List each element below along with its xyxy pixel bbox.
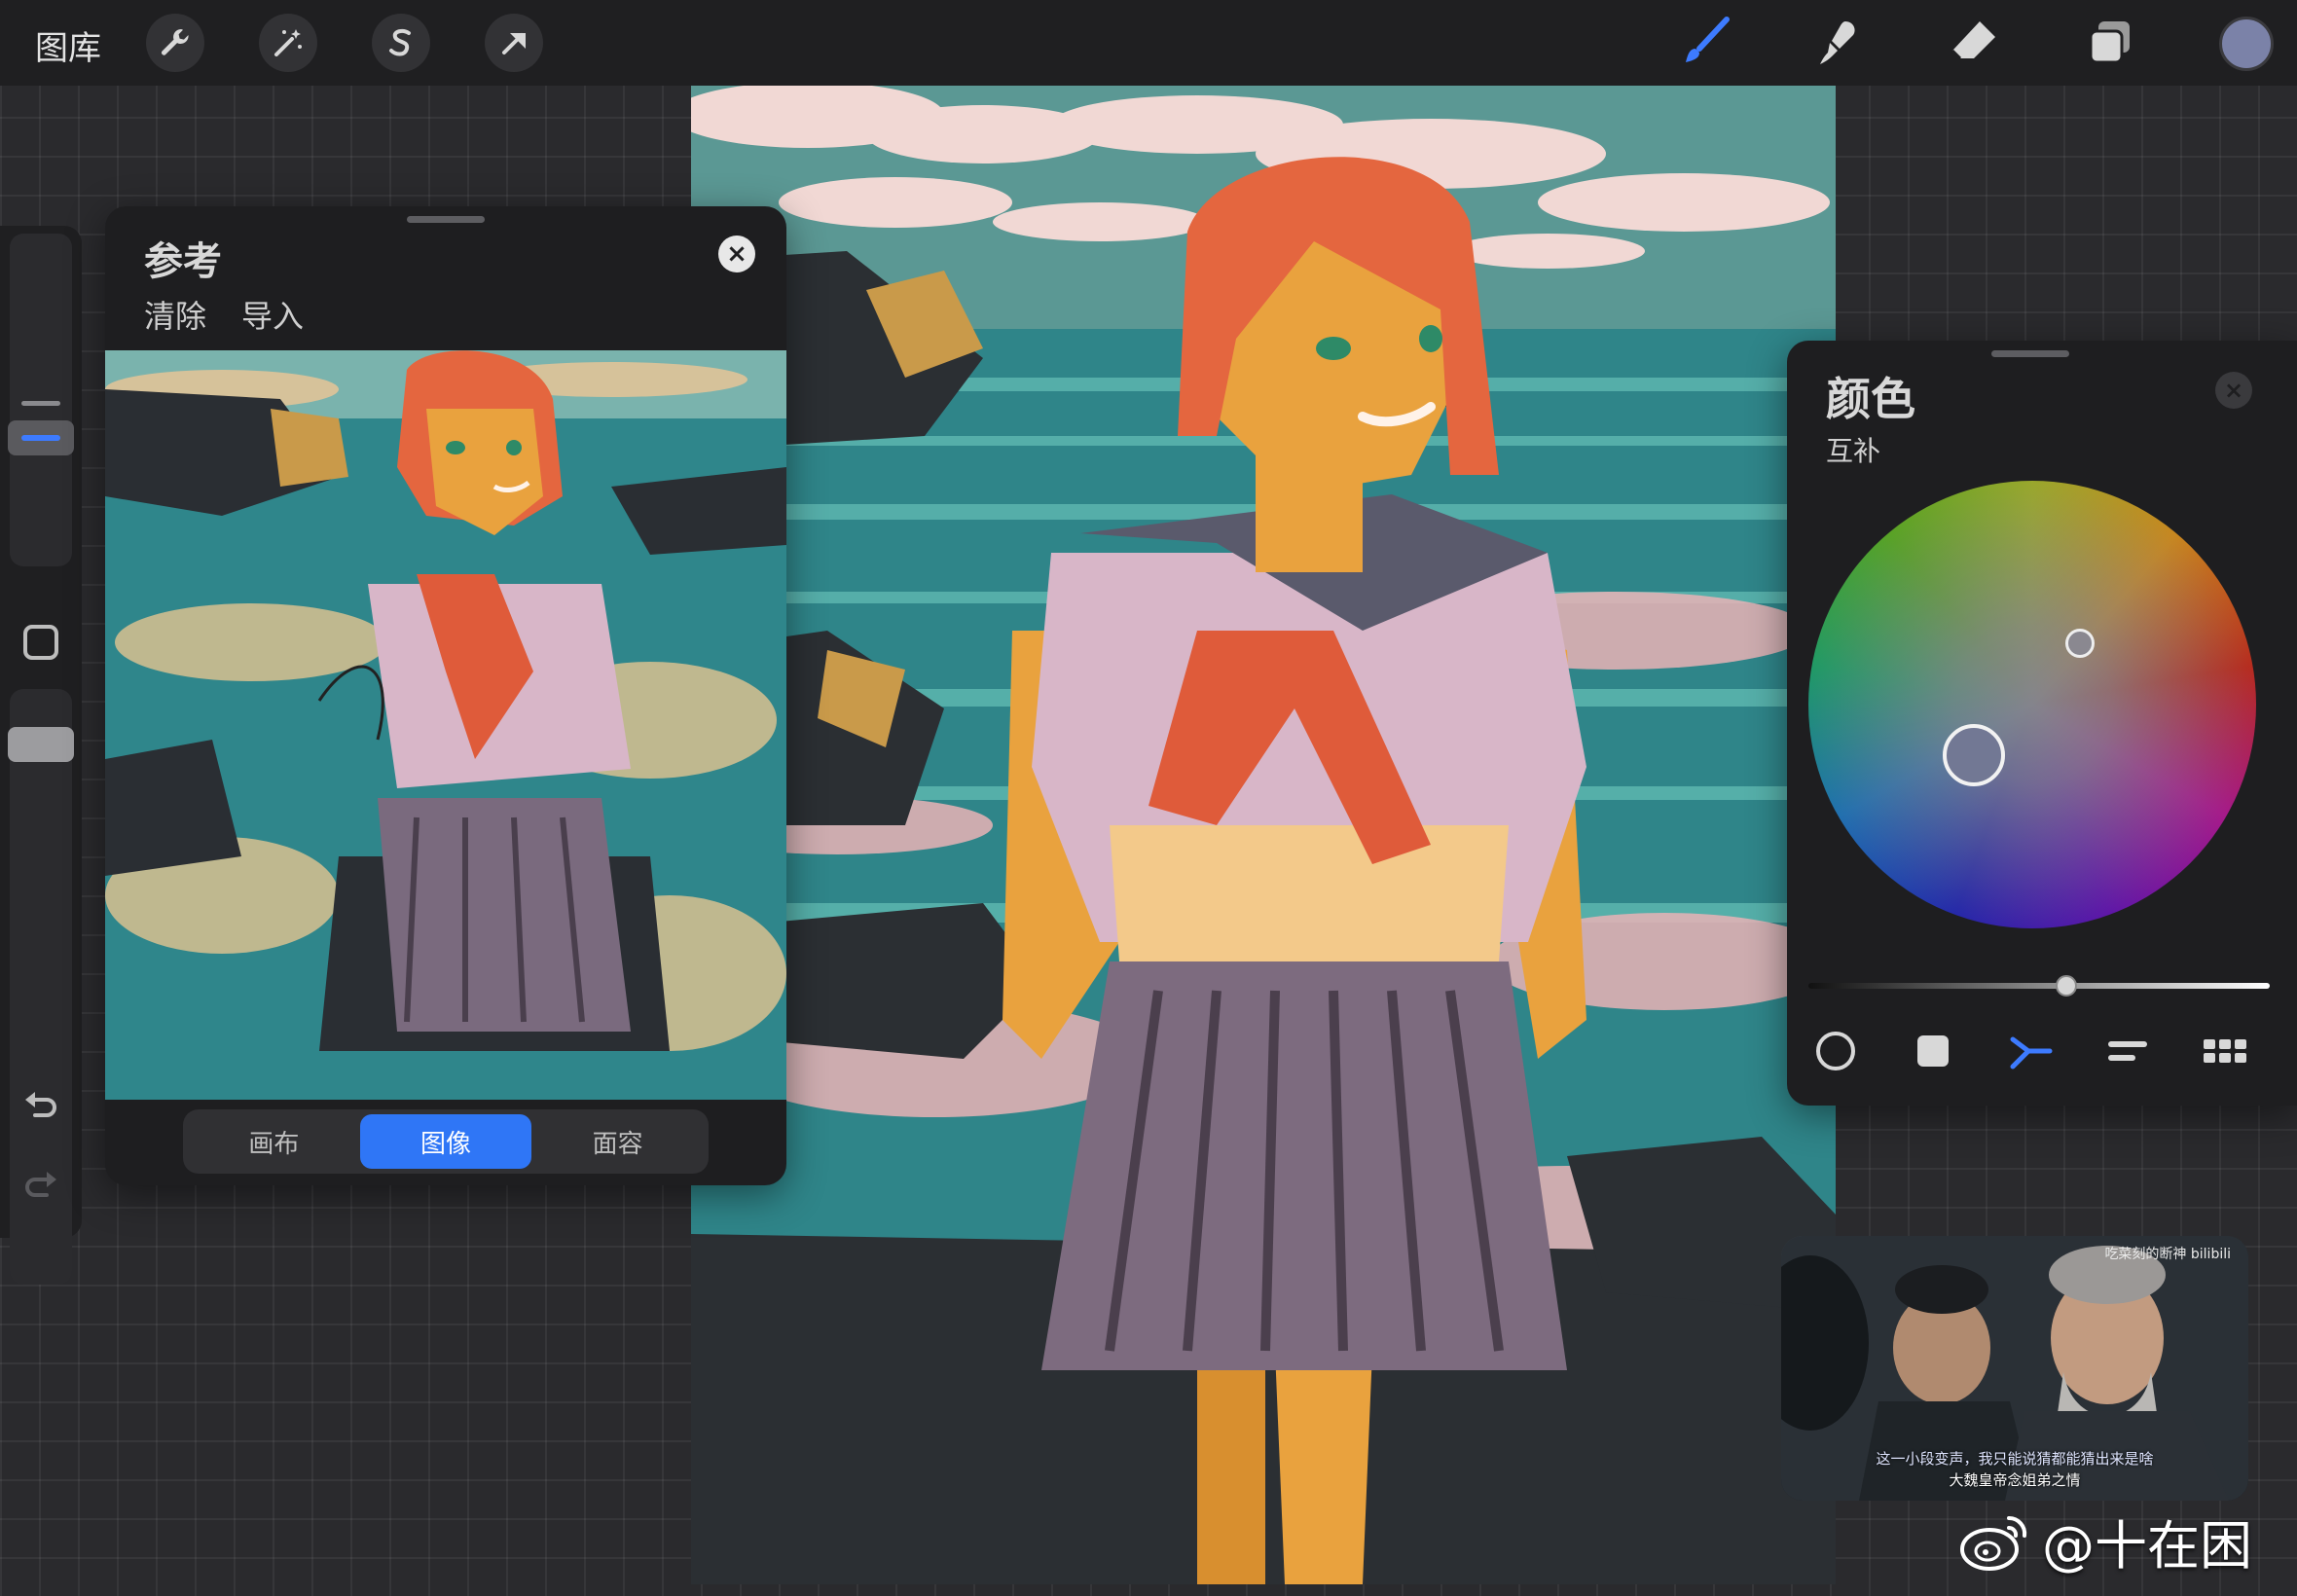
- eraser-icon: [1951, 21, 1995, 60]
- wrench-icon: [162, 29, 189, 55]
- drawing-canvas[interactable]: [691, 86, 1836, 1584]
- harmony-icon: [2010, 1036, 2053, 1070]
- sliders-icon: [2108, 1041, 2147, 1061]
- current-color-button[interactable]: [2219, 17, 2274, 71]
- gallery-button[interactable]: 图库: [35, 21, 101, 69]
- adjustments-button[interactable]: [259, 14, 317, 72]
- redo-button[interactable]: [18, 1162, 64, 1209]
- watermark: @十在困: [1958, 1506, 2252, 1577]
- top-toolbar: 图库: [0, 0, 2297, 86]
- redo-icon: [25, 1172, 56, 1197]
- undo-icon: [25, 1092, 56, 1117]
- brightness-thumb[interactable]: [2056, 975, 2077, 997]
- modify-button[interactable]: [23, 625, 58, 660]
- import-button[interactable]: 导入: [241, 292, 304, 337]
- layers-icon: [2089, 21, 2130, 64]
- palettes-mode-button[interactable]: [2196, 1022, 2254, 1080]
- reference-illustration: [105, 350, 786, 1100]
- close-icon[interactable]: ×: [2215, 372, 2252, 409]
- transform-button[interactable]: [485, 14, 543, 72]
- brush-size-slider[interactable]: [10, 234, 72, 566]
- reference-image[interactable]: [105, 350, 786, 1100]
- video-subtitle-2: 大魏皇帝念姐弟之情: [1949, 1471, 2081, 1489]
- close-icon[interactable]: ×: [718, 236, 755, 272]
- complement-color-handle[interactable]: [2065, 629, 2095, 658]
- actions-button[interactable]: [146, 14, 204, 72]
- selection-button[interactable]: [372, 14, 430, 72]
- size-slider-mark: [21, 401, 60, 406]
- video-brand: 吃菜刻的断神 bilibili: [2104, 1247, 2231, 1262]
- video-overlay[interactable]: 吃菜刻的断神 bilibili 这一小段变声，我只能说猜都能猜出来是啥 大魏皇帝…: [1781, 1236, 2248, 1501]
- circle-icon: [1816, 1032, 1855, 1070]
- weibo-icon: [1960, 1515, 2027, 1571]
- artwork-illustration: [691, 86, 1836, 1584]
- layers-tool-button[interactable]: [2079, 12, 2141, 74]
- value-mode-button[interactable]: [2098, 1022, 2157, 1080]
- smudge-tool-button[interactable]: [1808, 12, 1871, 74]
- tab-image[interactable]: 图像: [359, 1114, 532, 1169]
- arrow-cursor-icon: [502, 33, 526, 54]
- color-wheel-saturation: [1808, 481, 2256, 928]
- undo-button[interactable]: [18, 1082, 64, 1129]
- reference-mode-selector: 画布 图像 面容: [183, 1109, 709, 1174]
- color-panel-title: 颜色: [1826, 373, 1915, 425]
- classic-mode-button[interactable]: [1904, 1022, 1962, 1080]
- clear-button[interactable]: 清除: [144, 292, 206, 337]
- brightness-slider[interactable]: [1808, 983, 2270, 989]
- tab-face[interactable]: 面容: [531, 1114, 704, 1169]
- tab-canvas[interactable]: 画布: [188, 1114, 360, 1169]
- reference-title: 参考: [144, 239, 222, 284]
- brush-tool-button[interactable]: [1674, 12, 1736, 74]
- disc-mode-button[interactable]: [1806, 1022, 1865, 1080]
- brush-icon: [1686, 17, 1730, 62]
- panel-drag-handle[interactable]: [407, 216, 485, 223]
- color-wheel[interactable]: [1808, 481, 2256, 928]
- reference-panel: 参考 清除 导入 × 画布 图像 面容: [105, 206, 786, 1185]
- color-panel: 颜色 互补 ×: [1787, 341, 2297, 1106]
- opacity-thumb[interactable]: [8, 727, 74, 762]
- primary-color-handle[interactable]: [1943, 724, 2005, 786]
- grid-icon: [2204, 1039, 2246, 1063]
- square-icon: [1917, 1035, 1949, 1067]
- video-subtitle-1: 这一小段变声，我只能说猜都能猜出来是啥: [1876, 1450, 2154, 1468]
- smudge-icon: [1820, 21, 1855, 64]
- panel-drag-handle[interactable]: [1991, 350, 2069, 357]
- magic-wand-icon: [274, 29, 302, 56]
- watermark-text: @十在困: [2042, 1514, 2252, 1577]
- brush-size-thumb[interactable]: [8, 420, 74, 455]
- eraser-tool-button[interactable]: [1943, 12, 2005, 74]
- harmony-mode-button[interactable]: [2001, 1022, 2060, 1080]
- left-sidebar: [0, 226, 82, 1285]
- selection-s-icon: [389, 28, 411, 56]
- color-mode-label[interactable]: 互补: [1826, 430, 1880, 469]
